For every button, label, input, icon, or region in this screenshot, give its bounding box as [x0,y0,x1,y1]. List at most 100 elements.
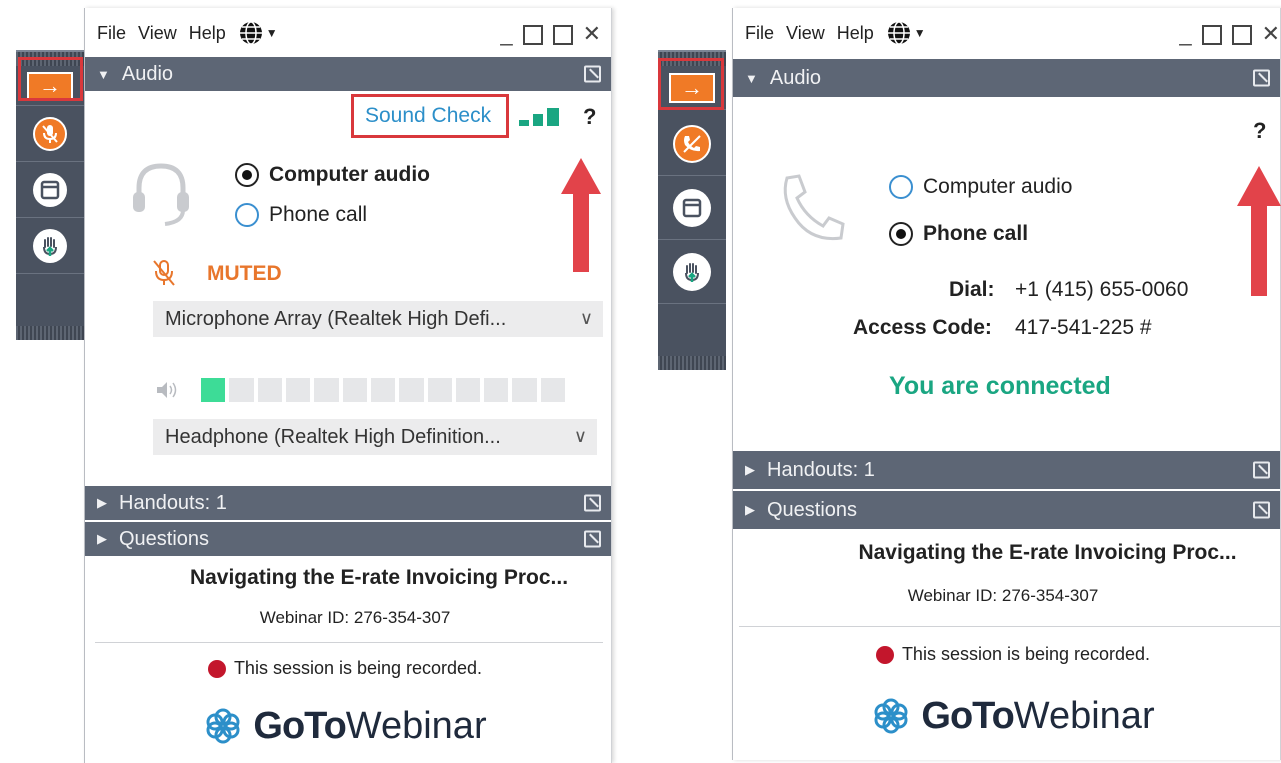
minimize-button[interactable]: _ [1179,21,1191,47]
phone-call-radio[interactable]: Phone call [235,203,367,227]
dial-number[interactable]: +1 (415) 655-0060 [1015,278,1188,302]
recording-text: This session is being recorded. [901,644,1151,664]
microphone-select-value: Microphone Array (Realtek High Defi... [165,307,507,330]
audio-signal-bars [519,106,565,126]
questions-label: Questions [119,527,210,550]
raise-hand-button[interactable] [16,218,84,274]
mic-level-segment [455,378,481,402]
divider [95,642,603,643]
popout-icon[interactable] [1253,69,1270,87]
access-code-value: 417-541-225 # [1015,316,1152,339]
goto-flower-icon [206,708,240,744]
recording-notice: This session is being recorded. [793,644,1233,665]
menu-view[interactable]: View [138,23,177,44]
screen-viewer-button[interactable] [658,176,726,240]
maximize-button[interactable] [1201,25,1222,45]
help-icon[interactable]: ? [1253,118,1266,144]
phone-call-label: Phone call [923,222,1029,245]
phone-call-radio[interactable]: Phone call [889,222,1028,246]
language-menu[interactable]: ▼ [238,20,278,46]
popout-button[interactable] [1231,25,1252,45]
raise-hand-button[interactable] [658,240,726,304]
gotowebinar-logo: GoTo Webinar [105,698,585,754]
window-controls: _ ✕ [500,21,601,47]
mic-muted-icon [153,260,175,286]
logo-webinar-text: Webinar [345,704,487,747]
audio-section-header[interactable]: ▼ Audio [85,57,611,91]
phone-hangup-icon [673,124,711,163]
audio-header-label: Audio [769,66,822,89]
muted-label: MUTED [207,262,282,285]
mic-muted-icon [33,116,67,151]
menu-file[interactable]: File [745,23,774,44]
audio-header-label: Audio [121,62,174,85]
menu-help[interactable]: Help [837,23,874,44]
mute-button[interactable] [16,106,84,162]
popout-button[interactable] [552,25,573,45]
help-icon[interactable]: ? [583,104,596,130]
phone-handset-icon [783,174,845,241]
handouts-label: Handouts: 1 [767,458,875,481]
popout-icon[interactable] [1253,461,1270,479]
globe-icon [887,21,910,45]
language-menu[interactable]: ▼ [886,20,926,46]
left-screenshot: → File View Help ▼ _ ✕ ▼ Audio Sound Che… [0,8,640,763]
dial-label: Dial: [949,278,995,301]
chevron-down-icon: ▼ [265,26,278,40]
highlight-sound-check [351,94,509,138]
raise-hand-icon [33,228,67,263]
popout-icon[interactable] [584,65,601,83]
minimize-button[interactable]: _ [500,21,512,47]
popout-icon[interactable] [584,494,601,512]
mic-level-segment [229,378,254,402]
mic-level-segment [427,378,452,402]
radio-unselected-icon [889,175,913,199]
microphone-select[interactable]: Microphone Array (Realtek High Defi... ∨ [153,301,603,337]
mic-level-segment [201,378,226,402]
chevron-down-icon: ∨ [579,308,593,328]
handouts-section-header[interactable]: ▶ Handouts: 1 [85,486,611,520]
mic-level-segment [512,378,537,402]
computer-audio-radio[interactable]: Computer audio [235,163,430,187]
maximize-button[interactable] [522,25,543,45]
speaker-select-value: Headphone (Realtek High Definition... [165,425,501,448]
recording-dot-icon [875,645,894,664]
divider [739,626,1281,627]
menu-view[interactable]: View [786,23,825,44]
mic-level-segment [314,378,339,402]
speaker-icon [157,382,177,398]
headset-icon [133,163,189,226]
globe-icon [239,21,262,45]
radio-selected-icon [235,163,259,187]
mic-level-segment [257,378,282,402]
logo-goto-text: GoTo [253,704,346,747]
mic-level-meter [201,378,566,402]
questions-label: Questions [767,498,858,521]
handouts-section-header[interactable]: ▶ Handouts: 1 [733,451,1280,489]
expand-triangle-icon: ▶ [97,531,107,546]
menu-help[interactable]: Help [189,23,226,44]
recording-dot-icon [207,659,226,678]
questions-section-header[interactable]: ▶ Questions [85,522,611,556]
connected-status: You are connected [889,372,1111,400]
chevron-down-icon: ∨ [573,426,587,446]
questions-section-header[interactable]: ▶ Questions [733,491,1280,529]
gotowebinar-window: File View Help ▼ _ ✕ ▼ Audio Sound Check [84,8,612,763]
logo-webinar-text: Webinar [1013,694,1155,737]
webinar-title: Navigating the E-rate Invoicing Proc... [858,541,1237,564]
menu-file[interactable]: File [97,23,126,44]
audio-section-header[interactable]: ▼ Audio [733,59,1280,97]
right-screenshot: → File View Help ▼ _ ✕ ▼ Audio ? Compute… [640,8,1281,763]
speaker-select[interactable]: Headphone (Realtek High Definition... ∨ [153,419,597,455]
screen-viewer-button[interactable] [16,162,84,218]
hang-up-button[interactable] [658,112,726,176]
chevron-down-icon: ▼ [913,26,926,40]
close-button[interactable]: ✕ [1262,21,1280,47]
highlight-collapse-button [658,58,724,110]
popout-icon[interactable] [1253,501,1270,519]
recording-notice: This session is being recorded. [105,658,585,679]
close-button[interactable]: ✕ [583,21,601,47]
popout-icon[interactable] [584,530,601,548]
computer-audio-radio[interactable]: Computer audio [889,175,1072,199]
mic-level-segment [285,378,311,402]
